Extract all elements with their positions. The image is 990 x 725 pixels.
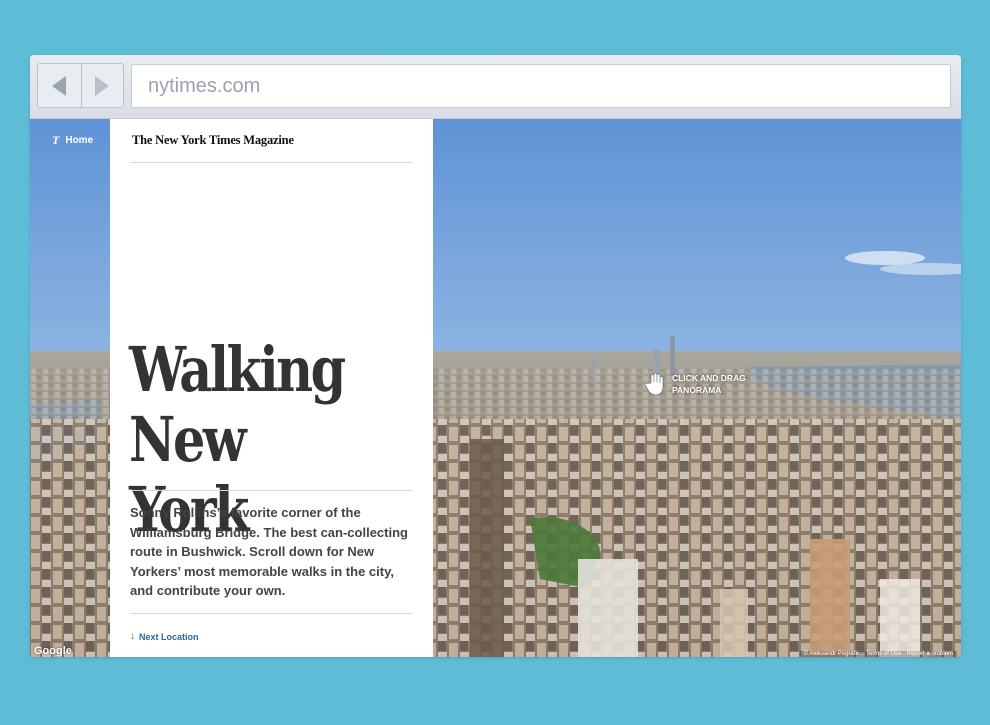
browser-window: nytimes.com T Home Google The New York T… — [30, 55, 961, 657]
map-credits[interactable]: © Aleksandr Pogrebi… Terms of Use · Repo… — [799, 651, 957, 657]
address-bar[interactable]: nytimes.com — [131, 64, 951, 108]
drag-hint-text: CLICK AND DRAG PANORAMA — [672, 372, 746, 396]
article-panel: The New York Times Magazine Walking New … — [110, 119, 433, 657]
forward-button[interactable] — [80, 64, 124, 107]
title-line-1: Walking — [129, 333, 346, 406]
article-dek: Sonny Rollins’s favorite corner of the W… — [130, 505, 408, 598]
drag-hint-line-2: PANORAMA — [672, 385, 722, 395]
next-location-link[interactable]: ↓ Next Location — [130, 631, 199, 642]
google-logo: Google — [34, 645, 72, 657]
back-button[interactable] — [38, 64, 81, 107]
drag-hint-line-1: CLICK AND DRAG — [672, 373, 746, 383]
divider — [130, 162, 413, 163]
nav-buttons — [37, 63, 124, 108]
next-location-label: Next Location — [139, 631, 199, 642]
hand-drag-icon — [644, 372, 664, 396]
nyt-t-icon: T — [52, 133, 60, 147]
chevron-right-icon — [95, 75, 110, 96]
masthead-logo[interactable]: The New York Times Magazine — [132, 133, 294, 148]
url-text: nytimes.com — [148, 74, 261, 97]
home-link-label: Home — [65, 135, 94, 146]
home-link[interactable]: T Home — [52, 133, 93, 148]
divider — [130, 613, 413, 614]
browser-toolbar: nytimes.com — [30, 55, 961, 119]
page-content: T Home Google The New York Times Magazin… — [30, 119, 961, 657]
drag-hint: CLICK AND DRAG PANORAMA — [644, 372, 746, 396]
arrow-down-icon: ↓ — [130, 631, 135, 642]
chevron-left-icon — [52, 75, 67, 96]
divider — [130, 490, 413, 491]
